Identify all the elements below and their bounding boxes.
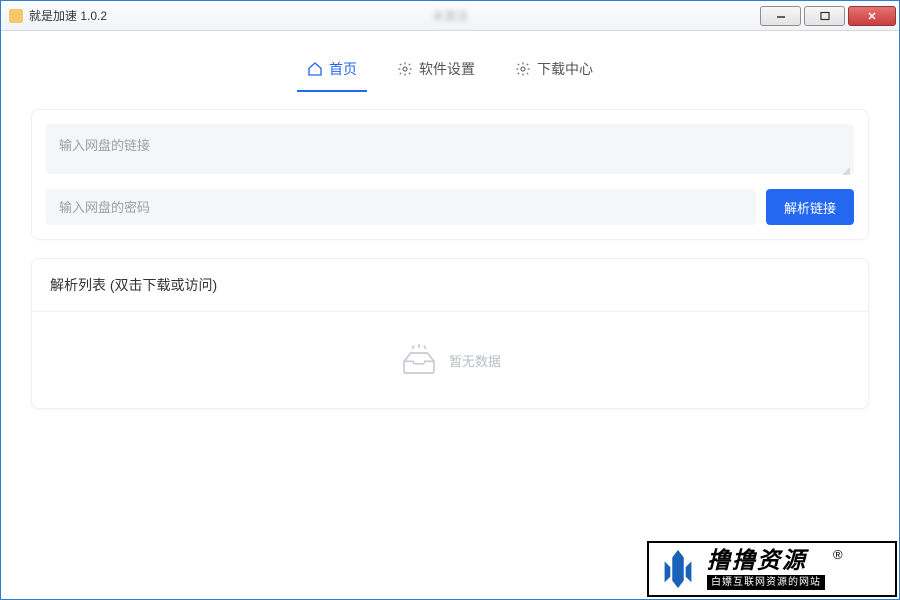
link-input[interactable] bbox=[46, 124, 854, 174]
result-header: 解析列表 (双击下载或访问) bbox=[32, 259, 868, 312]
minimize-icon bbox=[775, 11, 787, 21]
registered-mark: ® bbox=[833, 547, 843, 562]
watermark-badge: 撸撸资源 白嫖互联网资源的网站 ® bbox=[647, 541, 897, 597]
home-icon bbox=[307, 61, 323, 77]
password-input[interactable] bbox=[46, 189, 756, 225]
window-controls bbox=[760, 1, 899, 30]
maximize-button[interactable] bbox=[804, 6, 845, 26]
content-area: 首页 软件设置 下载中心 解析链接 bbox=[1, 31, 899, 599]
close-icon bbox=[866, 11, 878, 21]
close-button[interactable] bbox=[848, 6, 896, 26]
tab-settings-label: 软件设置 bbox=[419, 59, 475, 79]
empty-state: 暂无数据 bbox=[32, 312, 868, 408]
app-window: 就是加速 1.0.2 未激活 首页 bbox=[0, 0, 900, 600]
app-icon bbox=[9, 9, 23, 23]
empty-text: 暂无数据 bbox=[449, 351, 501, 370]
titlebar: 就是加速 1.0.2 未激活 bbox=[1, 1, 899, 31]
maximize-icon bbox=[819, 11, 831, 21]
watermark-subtitle: 白嫖互联网资源的网站 bbox=[707, 575, 825, 590]
password-row: 解析链接 bbox=[46, 189, 854, 225]
watermark-title: 撸撸资源 bbox=[707, 548, 825, 573]
tab-download-label: 下载中心 bbox=[537, 59, 593, 79]
titlebar-center-blurred: 未激活 bbox=[432, 7, 468, 24]
tab-home-label: 首页 bbox=[329, 59, 357, 79]
tab-home[interactable]: 首页 bbox=[301, 55, 363, 91]
tab-download-center[interactable]: 下载中心 bbox=[509, 55, 599, 91]
tab-bar: 首页 软件设置 下载中心 bbox=[1, 31, 899, 91]
gear-icon bbox=[515, 61, 531, 77]
resize-handle-icon[interactable] bbox=[842, 167, 850, 175]
tab-settings[interactable]: 软件设置 bbox=[391, 55, 481, 91]
link-input-wrap bbox=[46, 124, 854, 179]
window-title: 就是加速 1.0.2 bbox=[29, 7, 107, 24]
parse-button[interactable]: 解析链接 bbox=[766, 189, 854, 225]
gear-icon bbox=[397, 61, 413, 77]
result-card: 解析列表 (双击下载或访问) 暂无数据 bbox=[31, 258, 869, 409]
input-card: 解析链接 bbox=[31, 109, 869, 240]
watermark-logo-icon bbox=[655, 546, 701, 592]
minimize-button[interactable] bbox=[760, 6, 801, 26]
inbox-empty-icon bbox=[399, 343, 439, 377]
watermark-text: 撸撸资源 白嫖互联网资源的网站 bbox=[707, 548, 825, 590]
